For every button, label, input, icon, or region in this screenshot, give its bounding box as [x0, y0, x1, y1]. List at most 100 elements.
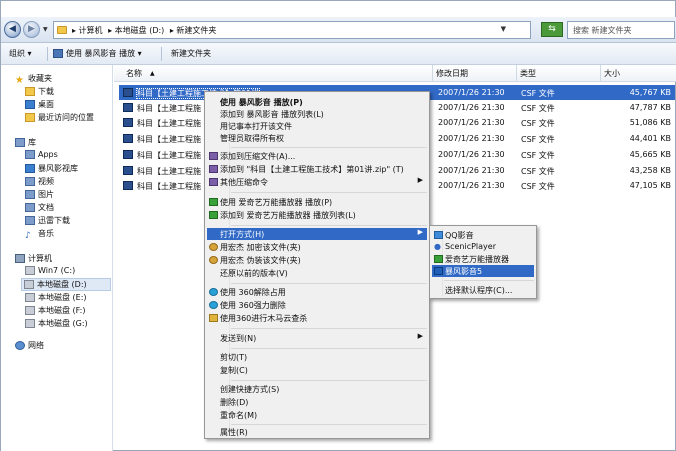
menu-separator — [231, 328, 427, 329]
menu-item-add-baofeng-playlist[interactable]: 添加到 暴风影音 播放列表(L) — [207, 108, 427, 120]
csf-file-icon — [123, 118, 133, 127]
submenu-item-choose-default[interactable]: 选择默认程序(C)... — [432, 284, 534, 296]
column-divider[interactable] — [600, 65, 601, 82]
nav-drive-c[interactable]: Win7 (C:) — [25, 266, 75, 275]
media-player-icon — [53, 49, 63, 58]
menu-item-take-ownership[interactable]: 管理员取得所有权 — [207, 132, 427, 144]
column-date[interactable]: 修改日期 — [436, 68, 468, 79]
nav-pictures[interactable]: 图片 — [25, 189, 54, 200]
nav-pictures-label: 图片 — [38, 190, 54, 199]
menu-item-label: 用记事本打开该文件 — [220, 122, 292, 131]
toolbar-divider — [161, 47, 162, 61]
nav-recent-places[interactable]: 最近访问的位置 — [25, 112, 94, 123]
history-dropdown-icon[interactable]: ▼ — [43, 26, 48, 33]
submenu-item-iqiyi-player[interactable]: 爱奇艺万能播放器 — [432, 253, 534, 265]
menu-item-properties[interactable]: 属性(R) — [207, 426, 427, 438]
library-icon — [15, 138, 25, 147]
menu-item-send-to[interactable]: 发送到(N) ▶ — [207, 332, 427, 344]
file-type: CSF 文件 — [521, 89, 555, 98]
hongjie-key-icon — [209, 243, 218, 251]
menu-separator — [231, 225, 427, 226]
menu-item-delete[interactable]: 删除(D) — [207, 396, 427, 408]
column-type[interactable]: 类型 — [520, 68, 536, 79]
menu-item-rename[interactable]: 重命名(M) — [207, 409, 427, 421]
drive-icon — [24, 280, 34, 289]
address-dropdown-icon[interactable]: ▼ — [501, 25, 506, 33]
breadcrumb-computer[interactable]: ▸ 计算机 — [72, 26, 103, 35]
menu-item-360-unlock[interactable]: 使用 360解除占用 — [207, 286, 427, 298]
file-date: 2007/1/26 21:30 — [438, 166, 505, 175]
nav-drive-g[interactable]: 本地磁盘 (G:) — [25, 318, 88, 329]
nav-apps[interactable]: Apps — [25, 150, 58, 159]
column-size[interactable]: 大小 — [604, 68, 620, 79]
menu-item-hongjie-disguise[interactable]: 用宏杰 伪装该文件(夹) — [207, 254, 427, 266]
nav-desktop[interactable]: 桌面 — [25, 99, 54, 110]
breadcrumb-new-folder[interactable]: ▸ 新建文件夹 — [170, 26, 217, 35]
menu-item-create-shortcut[interactable]: 创建快捷方式(S) — [207, 383, 427, 395]
column-divider[interactable] — [516, 65, 517, 82]
column-name[interactable]: 名称 — [126, 68, 142, 79]
breadcrumb-drive-d[interactable]: ▸ 本地磁盘 (D:) — [108, 26, 164, 35]
nav-desktop-label: 桌面 — [38, 100, 54, 109]
menu-item-label: 使用 360解除占用 — [220, 288, 286, 297]
menu-item-play-baofeng[interactable]: 使用 暴风影音 播放(P) — [207, 96, 427, 108]
submenu-item-qq-player[interactable]: QQ影音 — [432, 229, 534, 241]
nav-videos[interactable]: 视频 — [25, 176, 54, 187]
recent-places-icon — [25, 113, 35, 122]
file-name: 科目【土建工程施 — [137, 104, 201, 113]
nav-documents[interactable]: 文档 — [25, 202, 54, 213]
nav-network[interactable]: 网络 — [15, 340, 44, 351]
nav-drive-c-label: Win7 (C:) — [38, 266, 76, 275]
nav-music-label: 音乐 — [38, 229, 54, 238]
navigation-pane: ★ 收藏夹 下载 桌面 最近访问的位置 库 Apps 暴风影视库 视频 图片 文档… — [1, 65, 113, 451]
nav-music[interactable]: ♪ 音乐 — [25, 228, 54, 241]
menu-item-add-iqiyi-playlist[interactable]: 添加到 爱奇艺万能播放器 播放列表(L) — [207, 209, 427, 221]
menu-item-add-archive[interactable]: 添加到压缩文件(A)... — [207, 150, 427, 162]
nav-baofeng-library[interactable]: 暴风影视库 — [25, 163, 78, 174]
nav-videos-label: 视频 — [38, 177, 54, 186]
submenu-item-label: 选择默认程序(C)... — [445, 286, 513, 295]
menu-item-copy[interactable]: 复制(C) — [207, 364, 427, 376]
360-delete-icon — [209, 301, 218, 309]
menu-item-360-trojan-scan[interactable]: 使用360进行木马云查杀 — [207, 312, 427, 324]
drive-icon — [25, 306, 35, 315]
new-folder-button[interactable]: 新建文件夹 — [171, 48, 211, 59]
menu-item-cut[interactable]: 剪切(T) — [207, 351, 427, 363]
file-size: 44,401 KB — [629, 134, 671, 143]
menu-item-open-with[interactable]: 打开方式(H) ▶ — [207, 228, 427, 240]
file-type: CSF 文件 — [521, 135, 555, 144]
menu-separator — [231, 283, 427, 284]
search-input[interactable]: 搜索 新建文件夹 — [567, 21, 675, 39]
file-size: 51,086 KB — [629, 118, 671, 127]
nav-favorites[interactable]: ★ 收藏夹 — [15, 73, 52, 86]
nav-libraries[interactable]: 库 — [15, 137, 36, 148]
refresh-button[interactable]: ⇆ — [541, 22, 563, 37]
menu-item-restore-versions[interactable]: 还原以前的版本(V) — [207, 267, 427, 279]
play-with-button[interactable]: 使用 暴风影音 播放 ▾ — [53, 48, 142, 59]
menu-item-other-compress[interactable]: 其他压缩命令 ▶ — [207, 176, 427, 188]
submenu-item-baofeng5[interactable]: 暴风影音5 — [432, 265, 534, 277]
menu-item-label: 创建快捷方式(S) — [220, 385, 280, 394]
nav-downloads[interactable]: 下载 — [25, 86, 54, 97]
menu-item-hongjie-encrypt[interactable]: 用宏杰 加密该文件(夹) — [207, 241, 427, 253]
back-button[interactable]: ◀ — [4, 21, 21, 38]
nav-drive-f[interactable]: 本地磁盘 (F:) — [25, 305, 85, 316]
address-input[interactable]: ▸ 计算机 ▸ 本地磁盘 (D:) ▸ 新建文件夹 ▼ — [53, 21, 531, 39]
nav-favorites-label: 收藏夹 — [28, 74, 52, 83]
nav-computer[interactable]: 计算机 — [15, 253, 52, 264]
menu-separator — [231, 424, 427, 425]
file-size: 43,258 KB — [629, 166, 671, 175]
menu-item-add-zip[interactable]: 添加到 "科目【土建工程施工技术】第01讲.zip" (T) — [207, 163, 427, 175]
submenu-arrow-icon: ▶ — [417, 332, 423, 340]
menu-item-360-force-delete[interactable]: 使用 360强力删除 — [207, 299, 427, 311]
column-divider[interactable] — [432, 65, 433, 82]
nav-drive-e[interactable]: 本地磁盘 (E:) — [25, 292, 87, 303]
forward-button[interactable]: ▶ — [23, 21, 40, 38]
organize-button[interactable]: 组织 ▾ — [9, 48, 32, 59]
nav-thunder-downloads[interactable]: 迅雷下载 — [25, 215, 70, 226]
menu-item-play-iqiyi[interactable]: 使用 爱奇艺万能播放器 播放(P) — [207, 196, 427, 208]
file-type: CSF 文件 — [521, 182, 555, 191]
nav-drive-d[interactable]: 本地磁盘 (D:) — [21, 278, 111, 291]
submenu-item-scenicplayer[interactable]: ● ScenicPlayer — [432, 241, 534, 253]
menu-item-open-notepad[interactable]: 用记事本打开该文件 — [207, 120, 427, 132]
